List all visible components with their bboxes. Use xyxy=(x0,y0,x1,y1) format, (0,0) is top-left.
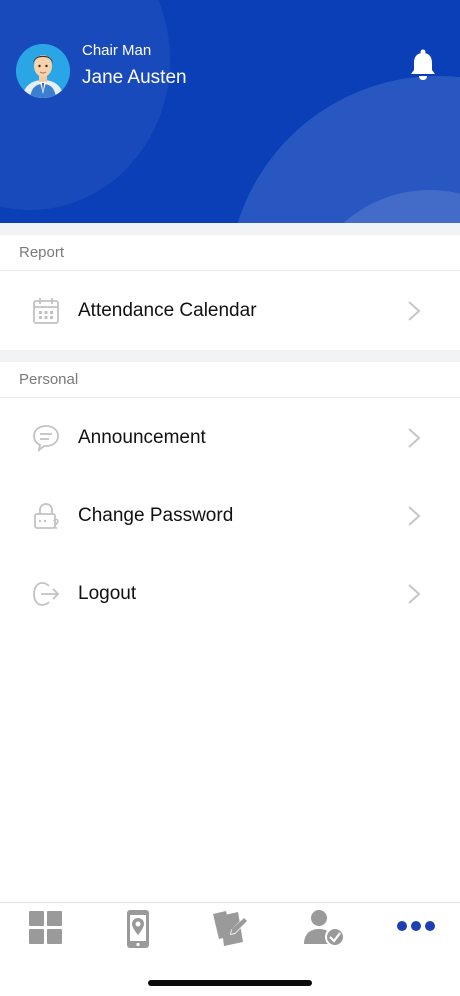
chevron-right-icon xyxy=(405,505,423,527)
document-edit-icon xyxy=(213,911,248,946)
more-dots-icon xyxy=(397,921,435,931)
avatar[interactable] xyxy=(16,44,70,98)
phone-location-icon xyxy=(127,910,149,948)
notification-bell-icon[interactable] xyxy=(408,48,438,82)
section-title-personal: Personal xyxy=(0,362,460,398)
section-title-report: Report xyxy=(0,235,460,271)
tab-user-approval[interactable] xyxy=(276,903,368,951)
chevron-right-icon xyxy=(405,300,423,322)
logout-icon xyxy=(31,580,61,608)
menu-item-label: Logout xyxy=(78,583,137,604)
dashboard-grid-icon xyxy=(29,911,62,944)
menu-item-label: Change Password xyxy=(78,505,234,526)
header-decoration xyxy=(0,0,170,210)
menu-item-label: Attendance Calendar xyxy=(78,300,257,321)
menu-item-label: Announcement xyxy=(78,427,206,448)
section-gap xyxy=(0,350,460,362)
menu-item-change-password[interactable]: Change Password xyxy=(0,477,460,555)
calendar-icon xyxy=(31,297,61,325)
menu-item-announcement[interactable]: Announcement xyxy=(0,399,460,477)
chevron-right-icon xyxy=(405,427,423,449)
menu-item-attendance-calendar[interactable]: Attendance Calendar xyxy=(0,272,460,350)
user-check-icon xyxy=(304,910,345,947)
tab-location-checkin[interactable] xyxy=(92,903,184,951)
tab-more[interactable] xyxy=(368,903,460,951)
tab-documents[interactable] xyxy=(184,903,276,951)
user-role: Chair Man xyxy=(82,42,152,59)
tab-dashboard[interactable] xyxy=(0,903,92,951)
chat-bubble-icon xyxy=(31,424,61,453)
profile-header: Chair Man Jane Austen xyxy=(0,0,460,223)
menu-item-logout[interactable]: Logout xyxy=(0,555,460,633)
user-name: Jane Austen xyxy=(82,67,187,88)
chevron-right-icon xyxy=(405,583,423,605)
home-indicator xyxy=(148,980,312,986)
section-gap xyxy=(0,223,460,235)
lock-icon xyxy=(31,502,61,530)
